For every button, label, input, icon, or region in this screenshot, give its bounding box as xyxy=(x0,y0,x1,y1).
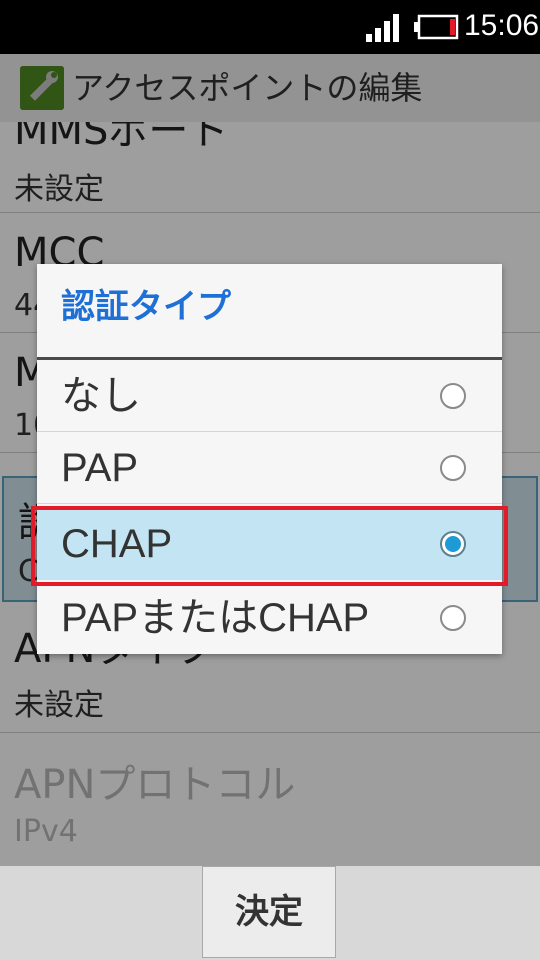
dialog-title: 認証タイプ xyxy=(61,287,231,327)
option-label: PAP xyxy=(61,446,139,490)
auth-type-dialog: 認証タイプ なし PAP CHAP PAPまたはCHAP xyxy=(37,264,502,654)
radio-checked-icon[interactable] xyxy=(440,531,466,557)
option-label: PAPまたはCHAP xyxy=(61,596,370,640)
option-none[interactable]: なし xyxy=(37,360,502,432)
option-label: なし xyxy=(61,374,141,418)
ok-button[interactable]: 決定 xyxy=(202,866,336,958)
status-bar: 15:06 xyxy=(0,0,540,54)
option-label: CHAP xyxy=(61,522,173,566)
radio-unchecked-icon[interactable] xyxy=(440,605,466,631)
radio-unchecked-icon[interactable] xyxy=(440,383,466,409)
battery-low-icon xyxy=(414,14,459,40)
option-pap[interactable]: PAP xyxy=(37,432,502,504)
clock: 15:06 xyxy=(464,9,540,42)
option-chap[interactable]: CHAP xyxy=(37,508,502,580)
bottom-bar: 決定 xyxy=(0,866,540,960)
radio-unchecked-icon[interactable] xyxy=(440,455,466,481)
signal-icon xyxy=(366,14,399,42)
option-pap-or-chap[interactable]: PAPまたはCHAP xyxy=(37,582,502,654)
